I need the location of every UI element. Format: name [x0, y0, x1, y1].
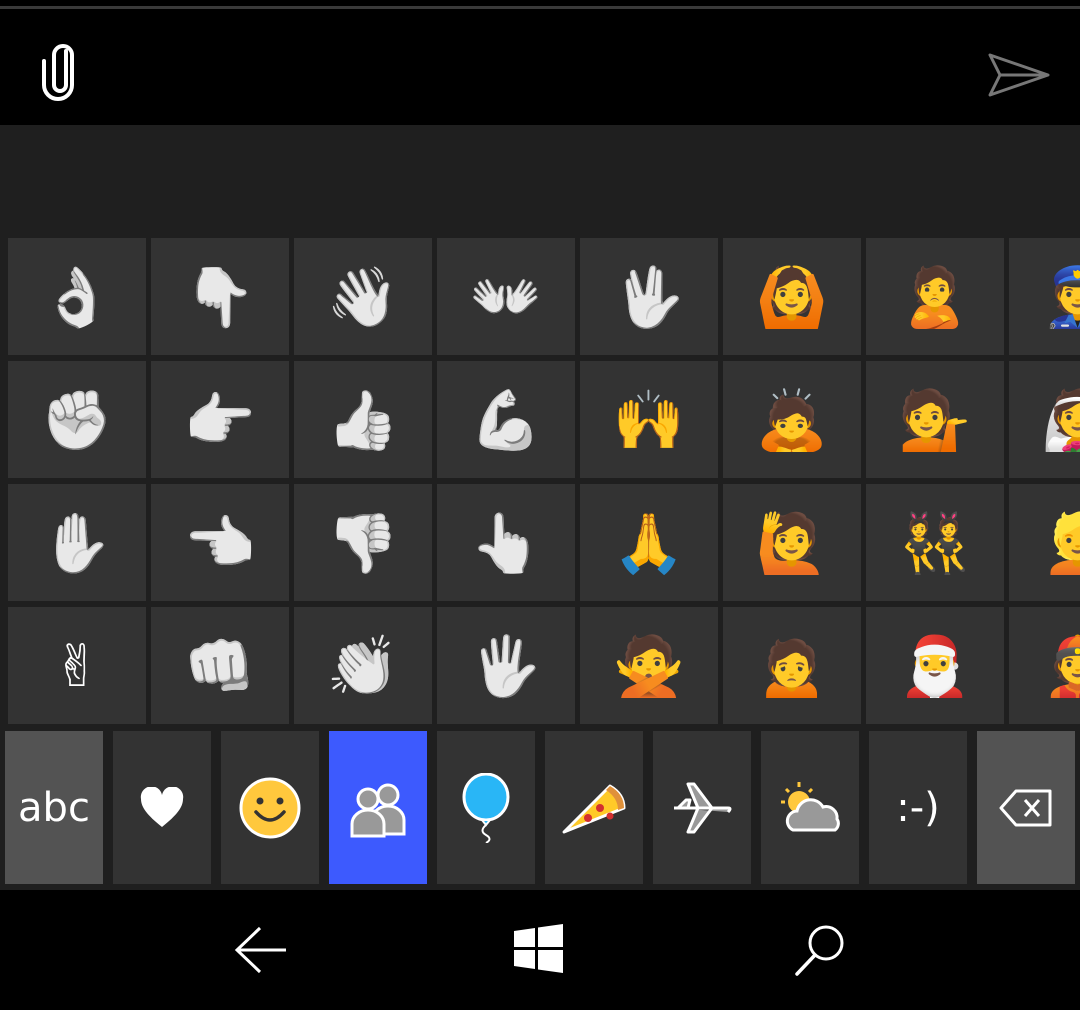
- category-people[interactable]: [329, 731, 427, 884]
- back-arrow-icon[interactable]: [232, 924, 288, 976]
- backspace-icon: [999, 789, 1052, 826]
- emoji-glyph: 🖖: [612, 262, 686, 331]
- emoji-key-waving-hand[interactable]: 👋: [294, 238, 432, 355]
- emoji-grid: 👌 👇 👋 👐 🖖 🙆 🙎 👮 ✊ 👉 👍 💪 🙌 🙇 💁 👰 ✋ 👈 👎 👆 🙏 🙋 👯 👱 ✌ 👊 👏 🖐 🙅 🙍 🎅 👲: [8, 238, 1080, 724]
- airplane-icon: [674, 782, 732, 833]
- abc-key[interactable]: abc: [5, 731, 103, 884]
- emoji-glyph: 👊: [183, 631, 257, 700]
- category-weather[interactable]: [761, 731, 859, 884]
- emoji-key-person-frowning[interactable]: 🙍: [723, 607, 861, 724]
- emoji-glyph: ✌: [52, 631, 102, 700]
- emoji-glyph: 👇: [183, 262, 257, 331]
- emoji-key-thumbs-up[interactable]: 👍: [294, 361, 432, 478]
- emoji-glyph: 👱: [1041, 508, 1080, 577]
- emoji-glyph: 👉: [183, 385, 257, 454]
- category-balloon[interactable]: [437, 731, 535, 884]
- send-arrow-icon[interactable]: [984, 49, 1054, 99]
- emoji-glyph: 👰: [1041, 385, 1080, 454]
- emoji-glyph: 🙍: [755, 631, 829, 700]
- sun-cloud-icon: [781, 781, 840, 831]
- category-food[interactable]: [545, 731, 643, 884]
- emoji-key-person-tipping-hand[interactable]: 💁: [866, 361, 1004, 478]
- emoji-glyph: 👋: [326, 262, 400, 331]
- emoji-key-victory-hand[interactable]: ✌: [8, 607, 146, 724]
- category-bar: abc:-): [0, 724, 1080, 890]
- emoji-glyph: 👮: [1041, 262, 1080, 331]
- emoji-glyph: 👐: [469, 262, 543, 331]
- emoji-key-folded-hands-person[interactable]: 🙏: [580, 484, 718, 601]
- emoji-key-person-gesturing-no[interactable]: 🙅: [580, 607, 718, 724]
- emoji-glyph: 🙇: [755, 385, 829, 454]
- emoji-key-ok-hand[interactable]: 👌: [8, 238, 146, 355]
- emoji-glyph: 🖐: [469, 631, 543, 700]
- emoji-key-bunny-ears-person[interactable]: 👯: [866, 484, 1004, 601]
- emoji-key-raised-fist[interactable]: ✊: [8, 361, 146, 478]
- emoji-glyph: 🙋: [755, 508, 829, 577]
- emoji-glyph: 💁: [898, 385, 972, 454]
- emoji-key-hand-splayed[interactable]: 🖐: [437, 607, 575, 724]
- emoji-key-blond-person[interactable]: 👱: [1009, 484, 1080, 601]
- balloon-icon: [462, 772, 510, 843]
- emoji-key-person-with-cap[interactable]: 👲: [1009, 607, 1080, 724]
- emoji-key-raised-hand[interactable]: ✋: [8, 484, 146, 601]
- navigation-bar: [0, 890, 1080, 1010]
- emoji-glyph: 🙆: [755, 262, 829, 331]
- emoji-glyph: 👍: [326, 385, 400, 454]
- emoji-glyph: 👯: [898, 508, 972, 577]
- emoji-key-police-officer[interactable]: 👮: [1009, 238, 1080, 355]
- emoji-key-santa-claus[interactable]: 🎅: [866, 607, 1004, 724]
- emoji-glyph: 👎: [326, 508, 400, 577]
- category-emoticon[interactable]: :-): [869, 731, 967, 884]
- emoji-glyph: 🙏: [612, 508, 686, 577]
- emoji-glyph: 👌: [40, 262, 114, 331]
- suggestion-strip: [0, 125, 1080, 238]
- emoji-key-thumbs-down[interactable]: 👎: [294, 484, 432, 601]
- emoji-glyph: 🙅: [612, 631, 686, 700]
- emoji-key-clapping-hands[interactable]: 👏: [294, 607, 432, 724]
- emoji-glyph: 👆: [469, 508, 543, 577]
- category-heart[interactable]: [113, 731, 211, 884]
- emoji-glyph: 👲: [1041, 631, 1080, 700]
- emoji-key-person-gesturing-ok[interactable]: 🙆: [723, 238, 861, 355]
- emoji-key-person-pouting[interactable]: 🙎: [866, 238, 1004, 355]
- compose-bar: [0, 9, 1080, 125]
- category-smiley[interactable]: [221, 731, 319, 884]
- windows-logo-icon[interactable]: [514, 924, 564, 974]
- emoji-key-pointing-up[interactable]: 👆: [437, 484, 575, 601]
- smiley-icon: [239, 777, 301, 838]
- emoji-glyph: 🙌: [612, 385, 686, 454]
- emoji-glyph: ✊: [40, 385, 114, 454]
- emoji-key-person-raising-hand[interactable]: 🙋: [723, 484, 861, 601]
- heart-icon: [140, 786, 184, 827]
- emoji-glyph: ✋: [40, 508, 114, 577]
- emoji-key-pointing-left[interactable]: 👈: [151, 484, 289, 601]
- emoji-glyph: 👈: [183, 508, 257, 577]
- emoticon-key-label: :-): [896, 784, 940, 831]
- emoji-key-open-hands[interactable]: 👐: [437, 238, 575, 355]
- emoji-panel: 👌 👇 👋 👐 🖖 🙆 🙎 👮 ✊ 👉 👍 💪 🙌 🙇 💁 👰 ✋ 👈 👎 👆 🙏 🙋 👯 👱 ✌ 👊 👏 🖐 🙅 🙍 🎅 👲: [0, 238, 1080, 724]
- emoji-glyph: 💪: [469, 385, 543, 454]
- people-icon: [350, 783, 406, 837]
- emoji-key-vulcan-salute[interactable]: 🖖: [580, 238, 718, 355]
- paperclip-icon[interactable]: [36, 41, 86, 101]
- emoji-key-person-with-veil[interactable]: 👰: [1009, 361, 1080, 478]
- pizza-icon: [562, 784, 626, 833]
- abc-key-label: abc: [18, 784, 90, 831]
- emoji-glyph: 🙎: [898, 262, 972, 331]
- emoji-key-person-bowing[interactable]: 🙇: [723, 361, 861, 478]
- search-icon[interactable]: [794, 922, 848, 978]
- emoji-key-pointing-right[interactable]: 👉: [151, 361, 289, 478]
- emoji-key-oncoming-fist[interactable]: 👊: [151, 607, 289, 724]
- emoji-key-raising-hands-person[interactable]: 🙌: [580, 361, 718, 478]
- backspace-key[interactable]: [977, 731, 1075, 884]
- emoji-key-pointing-down[interactable]: 👇: [151, 238, 289, 355]
- emoji-glyph: 👏: [326, 631, 400, 700]
- emoji-key-flexed-biceps[interactable]: 💪: [437, 361, 575, 478]
- emoji-glyph: 🎅: [898, 631, 972, 700]
- category-travel[interactable]: [653, 731, 751, 884]
